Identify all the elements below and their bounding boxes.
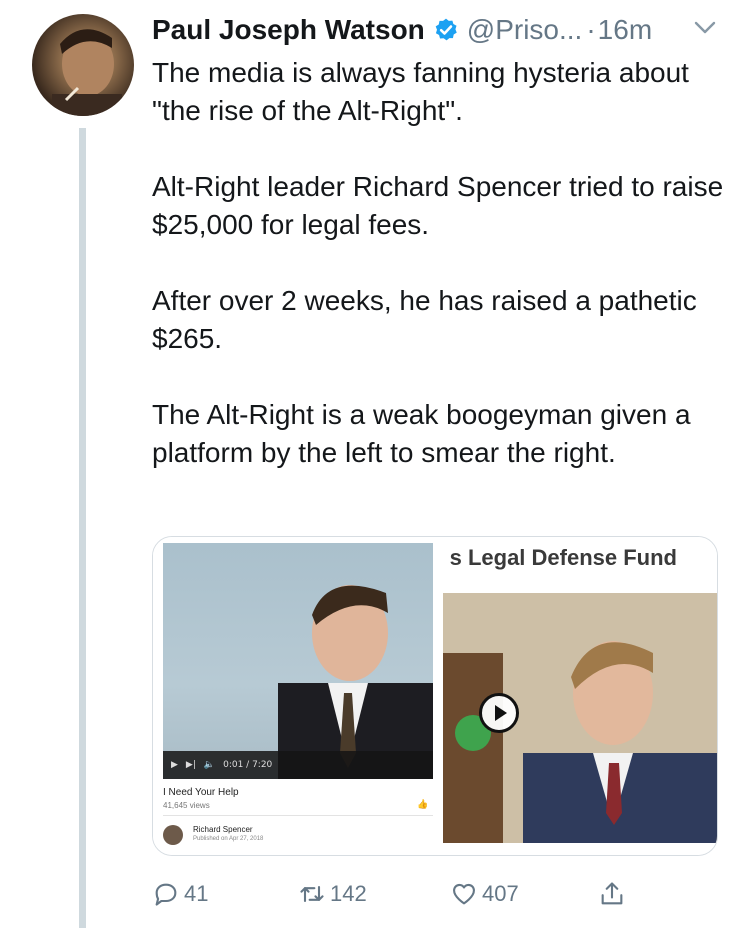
thumbs-up-icon: 👍 bbox=[417, 799, 429, 809]
publish-date: Published on Apr 27, 2018 bbox=[193, 836, 264, 842]
share-icon bbox=[601, 882, 623, 905]
skip-icon[interactable]: ▶| bbox=[186, 760, 196, 770]
like-count: 407 bbox=[482, 881, 519, 906]
person-figure bbox=[278, 585, 433, 779]
fund-photo bbox=[442, 593, 717, 843]
fund-heading-text: s Legal Defense Fund bbox=[449, 545, 677, 570]
media-image-right[interactable]: s Legal Defense Fund bbox=[438, 537, 717, 855]
retweet-button[interactable]: 142 bbox=[298, 872, 367, 916]
channel-avatar bbox=[163, 825, 183, 845]
play-icon bbox=[494, 705, 507, 721]
media-image-left[interactable]: ▶ ▶| 🔈 0:01 / 7:20 I Need Your Help 41,6… bbox=[153, 537, 435, 855]
author-handle[interactable]: @Priso... bbox=[467, 14, 583, 46]
tweet-header: Paul Joseph Watson @Priso... · 16m bbox=[152, 10, 652, 50]
verified-badge-icon bbox=[435, 18, 457, 41]
retweet-count: 142 bbox=[330, 881, 367, 906]
media-attachment[interactable]: ▶ ▶| 🔈 0:01 / 7:20 I Need Your Help 41,6… bbox=[152, 536, 718, 856]
tweet-text: The media is always fanning hysteria abo… bbox=[152, 54, 732, 472]
avatar-photo bbox=[52, 29, 122, 116]
volume-icon[interactable]: 🔈 bbox=[204, 760, 215, 770]
chevron-down-icon[interactable] bbox=[694, 20, 716, 36]
reply-button[interactable]: 41 bbox=[152, 872, 208, 916]
tweet-paragraph: The Alt-Right is a weak boogeyman given … bbox=[152, 399, 691, 468]
tweet-paragraph: The media is always fanning hysteria abo… bbox=[152, 57, 689, 126]
fund-heading: s Legal Defense Fund bbox=[439, 545, 717, 579]
reply-count: 41 bbox=[184, 881, 209, 906]
meta-separator: · bbox=[586, 14, 596, 45]
video-time: 0:01 / 7:20 bbox=[223, 760, 273, 770]
author-name[interactable]: Paul Joseph Watson bbox=[152, 14, 425, 46]
retweet-icon bbox=[300, 885, 324, 903]
play-button[interactable] bbox=[478, 693, 519, 733]
play-icon[interactable]: ▶ bbox=[171, 760, 178, 770]
like-button[interactable]: 407 bbox=[450, 872, 519, 916]
video-still: ▶ ▶| 🔈 0:01 / 7:20 bbox=[163, 543, 433, 779]
thread-line bbox=[79, 128, 86, 928]
channel-name: Richard Spencer bbox=[193, 825, 253, 834]
share-button[interactable] bbox=[598, 872, 630, 916]
tweet-time[interactable]: 16m bbox=[598, 14, 652, 46]
heart-icon bbox=[453, 883, 475, 905]
tweet-paragraph: Alt-Right leader Richard Spencer tried t… bbox=[152, 171, 724, 240]
tweet-actions: 41 142 407 bbox=[152, 872, 652, 916]
divider bbox=[163, 815, 433, 816]
video-controls[interactable]: ▶ ▶| 🔈 0:01 / 7:20 bbox=[163, 751, 433, 779]
tweet-paragraph: After over 2 weeks, he has raised a path… bbox=[152, 285, 697, 354]
video-title: I Need Your Help bbox=[163, 787, 239, 798]
video-views: 41,645 views bbox=[163, 801, 210, 810]
reply-icon bbox=[155, 883, 177, 906]
author-avatar[interactable] bbox=[32, 14, 134, 116]
